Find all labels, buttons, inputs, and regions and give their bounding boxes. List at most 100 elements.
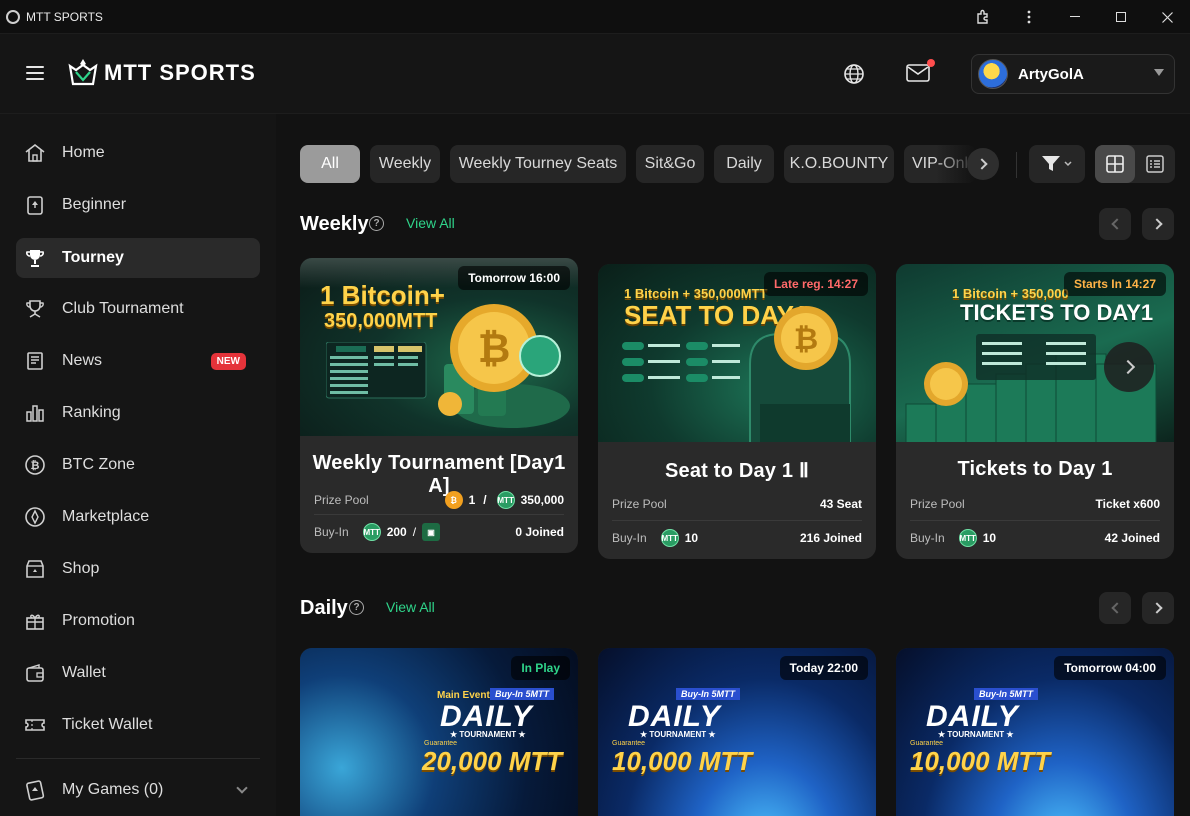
weekly-next-button[interactable] <box>1142 208 1174 240</box>
weekly-prev-button[interactable] <box>1099 208 1131 240</box>
banner-big-title: DAILY <box>628 700 721 733</box>
sidebar-item-promotion[interactable]: Promotion <box>16 601 260 641</box>
filter-chip-all[interactable]: All <box>300 145 360 183</box>
banner-tournament-label: ★ TOURNAMENT ★ <box>640 730 716 739</box>
card-title: Seat to Day 1 Ⅱ <box>664 460 809 482</box>
prize-pool-label: Prize Pool <box>612 497 667 511</box>
sidebar-item-my-games[interactable]: My Games (0) <box>16 770 260 810</box>
chevron-right-icon <box>1150 218 1163 230</box>
tournament-card[interactable]: Main Event Buy-In 5MTT DAILY ★ TOURNAMEN… <box>300 648 578 816</box>
sidebar-item-news[interactable]: News NEW <box>16 341 260 381</box>
trophy-icon <box>24 247 46 269</box>
grid-view-button[interactable] <box>1095 145 1135 183</box>
sidebar-item-club-tournament[interactable]: Club Tournament <box>16 289 260 329</box>
banner-buyin-label: Buy-In 5MTT <box>490 688 554 700</box>
user-menu[interactable]: ArtyGolA <box>971 54 1175 94</box>
logo-text: MTT SPORTS <box>104 60 256 85</box>
mtt-coin-icon: MTT <box>958 529 977 547</box>
banner-headline: 1 Bitcoin+ <box>320 280 445 310</box>
logo[interactable]: MTT SPORTS <box>66 56 256 90</box>
banner-subheadline: TICKETS TO DAY1 <box>960 300 1154 325</box>
grid-icon <box>1106 155 1124 173</box>
mtt-coin-icon: MTT <box>660 529 679 547</box>
filter-chip-weekly-tourney-seats[interactable]: Weekly Tourney Seats <box>450 145 626 183</box>
banner-headline: 1 Bitcoin + 350,000 <box>952 286 1069 301</box>
prize-pool-row: Prize Pool Ticket x600 <box>910 497 1160 511</box>
bitcoin-coin-graphic: ₿ <box>438 304 570 428</box>
prize-pool-value: Ticket x600 <box>1095 497 1161 511</box>
chevron-left-icon <box>1110 218 1123 230</box>
ticket-coin-icon: ▣ <box>422 523 441 541</box>
sidebar-item-label: News <box>62 352 103 369</box>
card-banner: Main Event Buy-In 5MTT DAILY ★ TOURNAMEN… <box>300 648 578 816</box>
maximize-button[interactable] <box>1098 0 1144 34</box>
daily-view-all-link[interactable]: View All <box>386 599 435 615</box>
help-icon[interactable]: ? <box>369 216 384 231</box>
sidebar-item-wallet[interactable]: Wallet <box>16 653 260 693</box>
sidebar-item-label: Home <box>62 144 105 161</box>
status-badge: Today 22:00 <box>779 656 868 680</box>
minimize-button[interactable] <box>1052 0 1098 34</box>
app-icon <box>6 9 20 24</box>
sidebar-item-beginner[interactable]: Beginner <box>16 185 260 225</box>
tournament-card[interactable]: 1 Bitcoin+ 350,000MTT ₿ Tomorrow 16:00 W… <box>300 258 578 553</box>
carousel-next-button[interactable] <box>1104 342 1154 392</box>
chevron-right-icon <box>1150 602 1163 614</box>
daily-next-button[interactable] <box>1142 592 1174 624</box>
chips-next-button[interactable] <box>967 148 999 180</box>
buy-in-value: 10 <box>982 531 997 545</box>
filter-chip-ko-bounty[interactable]: K.O.BOUNTY <box>784 145 894 183</box>
svg-text:₿: ₿ <box>478 326 511 372</box>
globe-icon[interactable] <box>843 63 865 85</box>
tournament-card[interactable]: 1 Bitcoin + 350,000 TICKETS TO DAY1 Star… <box>896 264 1174 559</box>
banner-amount: 20,000 MTT <box>422 746 563 776</box>
daily-prev-button[interactable] <box>1099 592 1131 624</box>
weekly-view-all-link[interactable]: View All <box>406 215 455 231</box>
club-trophy-icon <box>24 298 46 320</box>
list-view-button[interactable] <box>1135 145 1175 183</box>
sidebar-item-home[interactable]: Home <box>16 133 260 173</box>
joined-count: 216 Joined <box>799 531 862 545</box>
sidebar-item-btc-zone[interactable]: ₿ BTC Zone <box>16 445 260 485</box>
caret-down-icon <box>1154 69 1164 76</box>
list-icon <box>1146 155 1164 173</box>
menu-icon[interactable] <box>26 66 44 80</box>
tournament-card[interactable]: Buy-In 5MTT DAILY ★ TOURNAMENT ★ Guarant… <box>598 648 876 816</box>
avatar <box>978 59 1008 89</box>
more-options-icon[interactable] <box>1006 0 1052 34</box>
sidebar-item-tourney[interactable]: Tourney <box>16 238 260 278</box>
wallet-icon <box>24 662 46 684</box>
card-banner: Buy-In 5MTT DAILY ★ TOURNAMENT ★ Guarant… <box>896 648 1174 816</box>
main-content: All Weekly Weekly Tourney Seats Sit&Go D… <box>276 114 1190 816</box>
close-button[interactable] <box>1144 0 1190 34</box>
banner-amount: 10,000 MTT <box>910 746 1051 776</box>
banner-big-title: DAILY <box>926 700 1019 733</box>
buy-in-row: Buy-In MTT 10 216 Joined <box>612 529 862 547</box>
shop-icon <box>24 558 46 580</box>
chevron-right-icon <box>975 158 988 170</box>
sidebar-item-label: Ticket Wallet <box>62 716 153 733</box>
sidebar-divider <box>16 758 260 759</box>
sidebar-item-label: Club Tournament <box>62 300 184 317</box>
extensions-icon[interactable] <box>960 0 1006 34</box>
joined-count: 0 Joined <box>515 525 564 539</box>
sidebar-item-shop[interactable]: Shop <box>16 549 260 589</box>
sidebar-item-marketplace[interactable]: Marketplace <box>16 497 260 537</box>
sidebar-item-ticket-wallet[interactable]: Ticket Wallet <box>16 705 260 745</box>
sidebar-item-label: Beginner <box>62 196 127 213</box>
banner-schedule-graphic <box>326 342 427 399</box>
home-icon <box>24 142 46 164</box>
tournament-card[interactable]: 1 Bitcoin + 350,000MTT SEAT TO DAY1 ₿ La… <box>598 264 876 559</box>
card-icon <box>24 194 46 216</box>
section-title-daily: Daily <box>300 597 348 619</box>
chevron-down-icon[interactable] <box>236 782 248 794</box>
filter-button[interactable] <box>1029 145 1085 183</box>
sidebar-item-ranking[interactable]: Ranking <box>16 393 260 433</box>
filter-chip-daily[interactable]: Daily <box>714 145 774 183</box>
mail-icon[interactable] <box>906 59 935 85</box>
filter-chip-weekly[interactable]: Weekly <box>370 145 440 183</box>
filter-chip-sitgo[interactable]: Sit&Go <box>636 145 704 183</box>
tournament-card[interactable]: Buy-In 5MTT DAILY ★ TOURNAMENT ★ Guarant… <box>896 648 1174 816</box>
help-icon[interactable]: ? <box>349 600 364 615</box>
section-title-weekly: Weekly <box>300 213 369 235</box>
